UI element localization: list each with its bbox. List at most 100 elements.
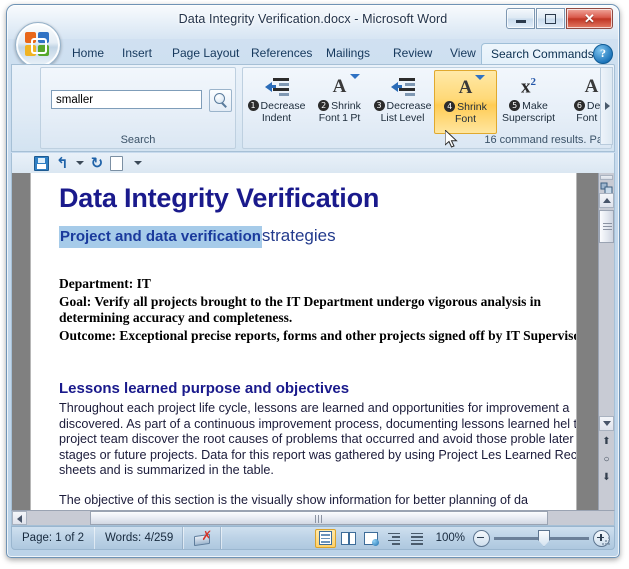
command-label: 3 Decrease List Level: [371, 100, 434, 124]
command-label: 5 Make Superscript: [501, 100, 556, 124]
scroll-grip-icon: [315, 515, 323, 523]
command-results-row: 1 Decrease Indent A 2 Shrink Font 1 Pt 3…: [245, 70, 614, 134]
redo-icon[interactable]: ↻: [91, 155, 104, 170]
document-subtitle: Project and data verificationstrategies: [59, 226, 576, 248]
shortcut-number: 2: [318, 100, 330, 111]
document-meta-block: Department: IT Goal: Verify all projects…: [59, 276, 576, 344]
ribbon: Search: [11, 64, 615, 152]
search-group-label: Search: [120, 134, 156, 146]
close-icon: ✕: [584, 10, 595, 26]
save-icon[interactable]: [34, 155, 49, 171]
scroll-down-button[interactable]: [599, 416, 614, 431]
command-decrease-list-level[interactable]: 3 Decrease List Level: [371, 70, 434, 134]
draft-view-button[interactable]: [407, 529, 428, 548]
zoom-out-icon[interactable]: [473, 529, 490, 547]
scroll-up-button[interactable]: [599, 193, 614, 208]
word-application-window: Data Integrity Verification.docx - Micro…: [0, 0, 629, 569]
chevron-left-icon: [17, 515, 22, 523]
zoom-level-label[interactable]: 100%: [428, 532, 473, 544]
ribbon-scroll-right-button[interactable]: [600, 67, 613, 145]
window-controls: ✕: [506, 8, 613, 29]
outline-view-icon: [388, 532, 401, 545]
next-page-button[interactable]: ⬇: [599, 469, 614, 486]
maximize-button[interactable]: [536, 8, 565, 29]
zoom-slider[interactable]: [473, 529, 614, 547]
tab-insert[interactable]: Insert: [113, 43, 161, 65]
meta-goal: Goal: Verify all projects brought to the…: [59, 293, 542, 326]
command-shrink-font[interactable]: A 4 Shrink Font: [434, 70, 497, 134]
shortcut-number: 3: [373, 100, 385, 111]
meta-department: Department: IT: [59, 276, 151, 291]
split-window-button[interactable]: [600, 175, 613, 180]
help-icon[interactable]: ?: [593, 44, 613, 64]
tab-search-commands[interactable]: Search Commands: [481, 43, 604, 65]
command-label: 2 Shrink Font 1 Pt: [318, 100, 361, 124]
status-word-count[interactable]: Words: 4/259: [95, 527, 185, 549]
zoom-slider-thumb[interactable]: [538, 529, 550, 547]
minimize-icon: [515, 20, 526, 23]
previous-page-button[interactable]: ⬆: [599, 433, 614, 450]
browse-object-button[interactable]: ○: [599, 451, 614, 468]
tab-references[interactable]: References: [242, 43, 321, 65]
view-mode-buttons: [309, 528, 428, 548]
command-label: 1 Decrease Indent: [245, 100, 308, 124]
command-decrease-indent[interactable]: 1 Decrease Indent: [245, 70, 308, 134]
maximize-icon: [545, 13, 556, 24]
document-title: Data Integrity Verification: [59, 183, 380, 213]
chevron-up-icon: [602, 198, 611, 203]
magnifier-handle-icon: [221, 102, 227, 108]
close-button[interactable]: ✕: [566, 8, 613, 29]
document-heading-lessons-learned: Lessons learned purpose and objectives: [59, 380, 350, 397]
document-area: Data Integrity Verification Project and …: [11, 173, 615, 510]
status-proofing-button[interactable]: ✗: [184, 527, 223, 549]
decrease-indent-icon: [371, 74, 434, 100]
undo-dropdown-icon[interactable]: [75, 161, 84, 165]
command-shrink-font-1pt[interactable]: A 2 Shrink Font 1 Pt: [308, 70, 371, 134]
vertical-scroll-thumb[interactable]: [599, 210, 614, 243]
document-paragraph-2: The objective of this section is the vis…: [59, 492, 529, 507]
ribbon-group-results: 1 Decrease Indent A 2 Shrink Font 1 Pt 3…: [242, 67, 612, 149]
tab-review[interactable]: Review: [384, 43, 441, 65]
title-bar: Data Integrity Verification.docx - Micro…: [7, 5, 619, 35]
web-layout-icon: [364, 531, 380, 546]
document-paragraph-1: Throughout each project life cycle, less…: [59, 401, 577, 477]
full-screen-reading-icon: [340, 531, 356, 545]
vertical-scrollbar[interactable]: ⬆ ○ ⬇: [598, 173, 614, 510]
office-logo-icon: [25, 32, 51, 58]
chevron-down-icon: [475, 75, 485, 80]
chevron-right-icon: [605, 102, 610, 110]
zoom-track[interactable]: [494, 529, 589, 547]
tab-home[interactable]: Home: [63, 43, 113, 65]
subtitle-rest: strategies: [261, 226, 336, 245]
tab-mailings[interactable]: Mailings: [317, 43, 379, 65]
print-layout-icon: [318, 531, 332, 545]
draft-view-icon: [411, 532, 424, 545]
horizontal-scroll-thumb[interactable]: [90, 511, 548, 525]
command-label: 4 Shrink Font: [435, 101, 496, 125]
command-make-superscript[interactable]: x2 5 Make Superscript: [497, 70, 560, 134]
search-input[interactable]: [51, 90, 202, 109]
full-screen-reading-view-button[interactable]: [338, 529, 359, 548]
superscript-icon: x2: [521, 75, 536, 98]
font-a-icon: A: [435, 75, 496, 101]
tab-view[interactable]: View: [441, 43, 485, 65]
status-page-indicator[interactable]: Page: 1 of 2: [12, 527, 96, 549]
web-layout-view-button[interactable]: [361, 529, 382, 548]
command-results-count: 16 command results. Pa: [484, 134, 603, 146]
new-document-icon[interactable]: [110, 155, 124, 171]
scroll-left-button[interactable]: [12, 511, 27, 525]
customize-qat-icon[interactable]: [134, 161, 143, 165]
print-layout-view-button[interactable]: [314, 528, 336, 548]
ribbon-group-search: Search: [40, 67, 236, 149]
scroll-grip-icon: [603, 223, 612, 230]
office-button[interactable]: [15, 22, 61, 68]
outline-view-button[interactable]: [384, 529, 405, 548]
tab-page-layout[interactable]: Page Layout: [163, 43, 248, 65]
undo-icon[interactable]: ↰: [56, 155, 69, 170]
resize-grip-icon[interactable]: [601, 536, 611, 546]
search-go-button[interactable]: [209, 89, 232, 112]
document-page[interactable]: Data Integrity Verification Project and …: [30, 173, 577, 510]
minimize-button[interactable]: [506, 8, 535, 29]
horizontal-scrollbar[interactable]: [11, 510, 615, 526]
chevron-down-icon: [350, 74, 360, 79]
